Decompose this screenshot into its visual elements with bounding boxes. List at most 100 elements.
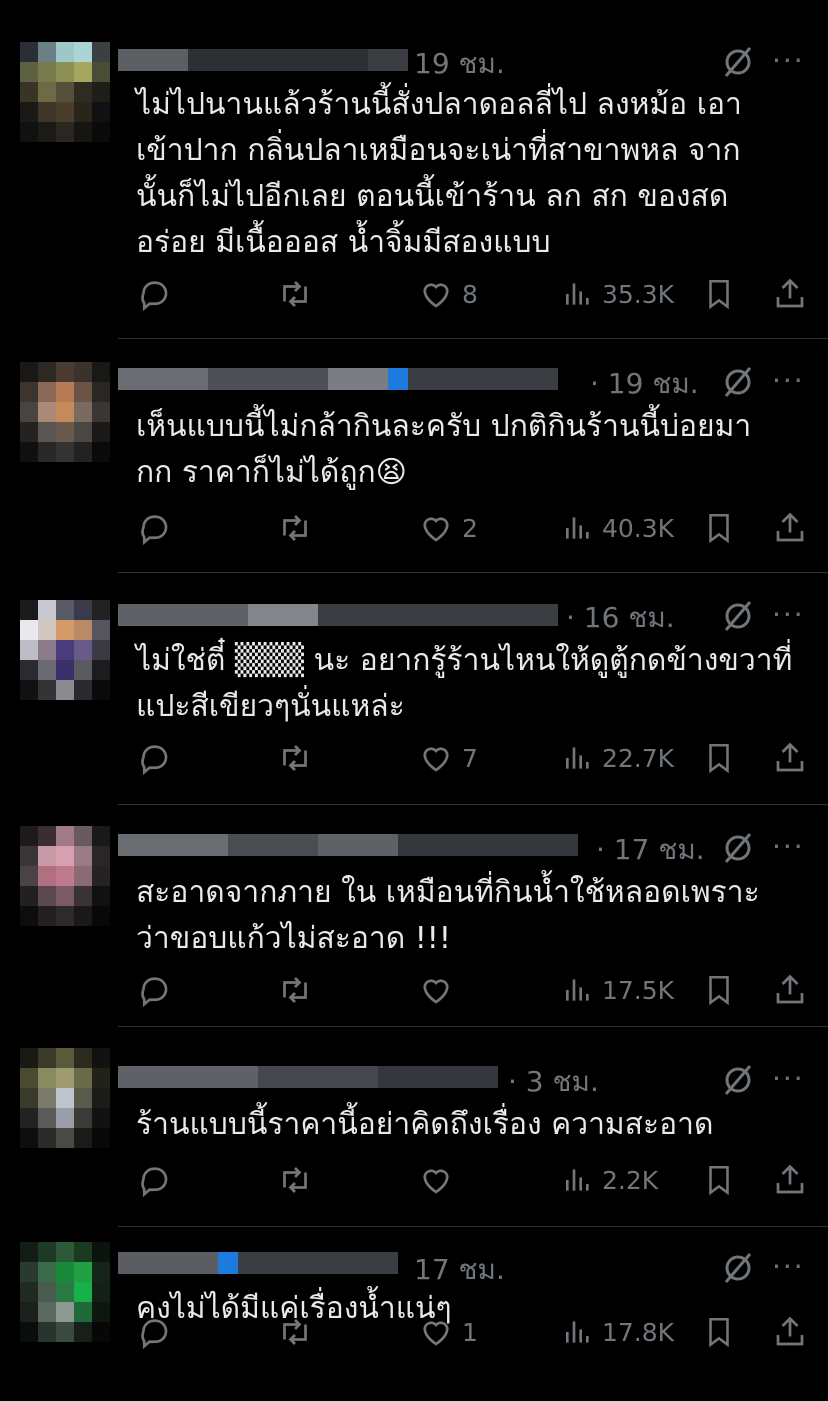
- bookmark-button[interactable]: [702, 1160, 736, 1200]
- heart-icon: [423, 979, 449, 1004]
- grok-icon[interactable]: [720, 598, 756, 634]
- reply-item[interactable]: · 16 ชม. ··· ไม่ใช่ตี๋ ▒▒▒ นะ อยากรู้ร้า…: [0, 574, 828, 802]
- grok-icon[interactable]: [720, 1062, 756, 1098]
- avatar[interactable]: [20, 42, 110, 142]
- views-button[interactable]: 22.7K: [562, 738, 674, 778]
- grok-icon[interactable]: [720, 44, 756, 80]
- views-button[interactable]: 17.8K: [562, 1312, 674, 1352]
- reply-button[interactable]: [136, 274, 172, 314]
- retweet-button[interactable]: [276, 274, 314, 314]
- timestamp[interactable]: · 17 ชม.: [596, 828, 705, 872]
- more-options-button[interactable]: ···: [772, 364, 805, 397]
- timestamp[interactable]: 19 ชม.: [414, 42, 505, 86]
- avatar[interactable]: [20, 1242, 110, 1342]
- views-icon: [566, 517, 589, 539]
- avatar[interactable]: [20, 362, 110, 462]
- retweet-icon: [283, 1319, 307, 1345]
- reply-button[interactable]: [136, 1312, 172, 1352]
- username-redacted[interactable]: [118, 1250, 398, 1276]
- reply-button[interactable]: [136, 738, 172, 778]
- action-bar: 7 22.7K: [136, 738, 816, 778]
- like-button[interactable]: [418, 1160, 462, 1200]
- share-button[interactable]: [772, 970, 808, 1010]
- reply-divider: [118, 572, 828, 573]
- grok-icon[interactable]: [720, 364, 756, 400]
- avatar[interactable]: [20, 826, 110, 926]
- heart-icon: [423, 283, 449, 308]
- reply-text: ไม่ใช่ตี๋ ▒▒▒ นะ อยากรู้ร้านไหนให้ดูตู้ก…: [136, 643, 793, 724]
- timestamp[interactable]: · 19 ชม.: [590, 362, 699, 406]
- bookmark-button[interactable]: [702, 738, 736, 778]
- more-options-button[interactable]: ···: [772, 44, 805, 77]
- reply-item[interactable]: 17 ชม. ··· คงไม่ได้มีแค่เรื่องน้ำแน่ๆ 1 …: [0, 1228, 828, 1401]
- more-options-button[interactable]: ···: [772, 598, 805, 631]
- views-button[interactable]: 35.3K: [562, 274, 674, 314]
- bookmark-button[interactable]: [702, 508, 736, 548]
- grok-icon[interactable]: [720, 830, 756, 866]
- like-button[interactable]: 8: [418, 274, 478, 314]
- username-redacted[interactable]: [118, 1064, 498, 1090]
- username-redacted[interactable]: [118, 832, 578, 858]
- reply-button[interactable]: [136, 508, 172, 548]
- share-button[interactable]: [772, 1312, 808, 1352]
- share-button[interactable]: [772, 738, 808, 778]
- retweet-icon: [283, 281, 307, 307]
- view-count: 40.3K: [602, 513, 675, 543]
- retweet-button[interactable]: [276, 1312, 314, 1352]
- like-button[interactable]: 1: [418, 1312, 478, 1352]
- avatar[interactable]: [20, 600, 110, 700]
- retweet-button[interactable]: [276, 970, 314, 1010]
- like-button[interactable]: 2: [418, 508, 478, 548]
- retweet-icon: [283, 977, 307, 1003]
- username-redacted[interactable]: [118, 47, 408, 73]
- views-icon: [566, 283, 589, 305]
- timestamp[interactable]: · 3 ชม.: [508, 1060, 599, 1104]
- reply-item[interactable]: · 17 ชม. ··· สะอาดจากภาย ใน เหมือนที่กิน…: [0, 806, 828, 1026]
- username-redacted[interactable]: [118, 602, 558, 628]
- views-button[interactable]: 2.2K: [562, 1160, 658, 1200]
- avatar[interactable]: [20, 1048, 110, 1148]
- bookmark-icon: [709, 975, 729, 1006]
- bookmark-icon: [709, 743, 729, 774]
- more-options-button[interactable]: ···: [772, 1062, 805, 1095]
- grok-icon[interactable]: [720, 1250, 756, 1286]
- share-button[interactable]: [772, 1160, 808, 1200]
- views-icon: [566, 747, 589, 769]
- like-count: 7: [462, 743, 478, 773]
- retweet-button[interactable]: [276, 1160, 314, 1200]
- timestamp[interactable]: · 16 ชม.: [566, 596, 675, 640]
- share-icon: [776, 974, 804, 1004]
- reply-text: เห็นแบบนี้ไม่กล้ากินละครับ ปกติกินร้านนี…: [136, 409, 752, 490]
- reply-icon: [141, 745, 168, 776]
- reply-item[interactable]: 19 ชม. ··· ไม่ไปนานแล้วร้านนี้สั่งปลาดอล…: [0, 0, 828, 330]
- retweet-icon: [283, 1167, 307, 1193]
- reply-button[interactable]: [136, 1160, 172, 1200]
- reply-item[interactable]: · 3 ชม. ··· ร้านแบบนี้ราคานี้อย่าคิดถึงเ…: [0, 1028, 828, 1223]
- bookmark-button[interactable]: [702, 1312, 736, 1352]
- bookmark-icon: [709, 1165, 729, 1196]
- like-button[interactable]: 7: [418, 738, 478, 778]
- reply-item[interactable]: · 19 ชม. ··· เห็นแบบนี้ไม่กล้ากินละครับ …: [0, 340, 828, 570]
- share-icon: [776, 1164, 804, 1194]
- reply-divider: [118, 804, 828, 805]
- views-icon: [566, 979, 589, 1001]
- retweet-button[interactable]: [276, 738, 314, 778]
- bookmark-button[interactable]: [702, 970, 736, 1010]
- heart-icon: [423, 1321, 449, 1346]
- views-button[interactable]: 17.5K: [562, 970, 674, 1010]
- like-button[interactable]: [418, 970, 462, 1010]
- username-redacted[interactable]: [118, 366, 558, 392]
- views-button[interactable]: 40.3K: [562, 508, 674, 548]
- bookmark-button[interactable]: [702, 274, 736, 314]
- reply-text: สะอาดจากภาย ใน เหมือนที่กินน้ำใช้หลอดเพร…: [136, 875, 760, 956]
- heart-icon: [423, 1169, 449, 1194]
- action-bar: 2 40.3K: [136, 508, 816, 548]
- action-bar: 1 17.8K: [136, 1312, 816, 1352]
- reply-button[interactable]: [136, 970, 172, 1010]
- retweet-button[interactable]: [276, 508, 314, 548]
- share-button[interactable]: [772, 274, 808, 314]
- more-options-button[interactable]: ···: [772, 830, 805, 863]
- more-options-button[interactable]: ···: [772, 1250, 805, 1283]
- share-button[interactable]: [772, 508, 808, 548]
- bookmark-icon: [709, 279, 729, 310]
